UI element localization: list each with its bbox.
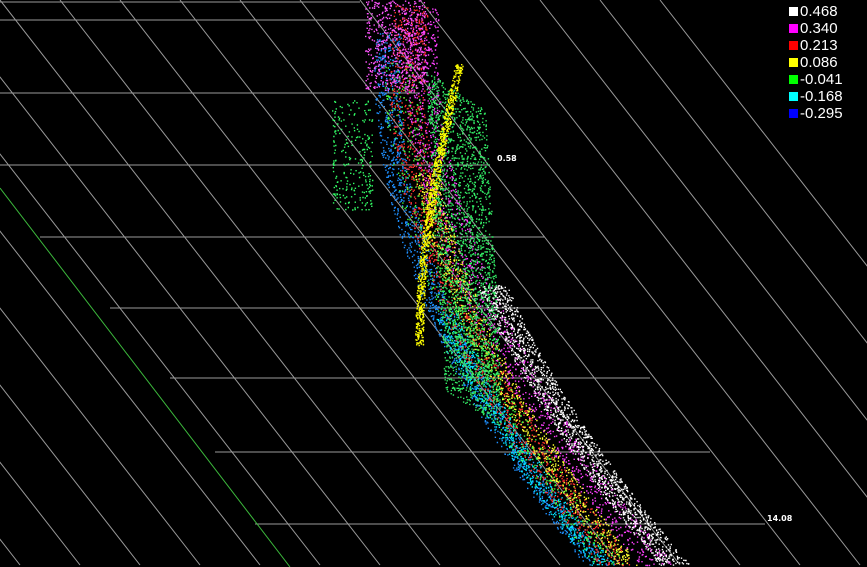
axis-tick-label: 14.08 <box>767 514 793 523</box>
legend-swatch <box>789 92 798 101</box>
legend-swatch <box>789 24 798 33</box>
legend-entry: -0.041 <box>789 71 861 88</box>
point-marks <box>365 0 427 92</box>
grid-line <box>359 0 801 566</box>
color-scale-legend: 0.468 0.340 0.213 0.086 -0.041 -0.168 -0.295 <box>789 3 861 122</box>
legend-entry: -0.295 <box>789 105 861 122</box>
point-marks <box>426 72 502 426</box>
grid-line <box>0 230 261 566</box>
legend-entry: 0.086 <box>789 54 861 71</box>
point-series <box>332 100 374 211</box>
legend-entry: 0.468 <box>789 3 861 20</box>
legend-label: -0.295 <box>800 105 843 122</box>
axis-tick-label: 0.58 <box>497 154 517 163</box>
point-series <box>389 5 631 567</box>
legend-label: 0.468 <box>800 3 838 20</box>
legend-entry: -0.168 <box>789 88 861 105</box>
legend-label: 0.086 <box>800 54 838 71</box>
point-cloud <box>332 0 690 567</box>
legend-swatch <box>789 58 798 67</box>
legend-entry: 0.213 <box>789 37 861 54</box>
legend-swatch <box>789 7 798 16</box>
point-series <box>365 0 427 92</box>
point-cloud-view[interactable]: 0.58 14.08 <box>0 0 867 567</box>
legend-label: -0.041 <box>800 71 843 88</box>
legend-swatch <box>789 41 798 50</box>
point-marks <box>332 100 374 211</box>
grid-line <box>0 76 381 566</box>
legend-label: 0.340 <box>800 20 838 37</box>
point-marks <box>389 5 631 567</box>
legend-label: 0.213 <box>800 37 838 54</box>
legend-swatch <box>789 75 798 84</box>
grid-line <box>119 0 561 566</box>
legend-swatch <box>789 109 798 118</box>
legend-entry: 0.340 <box>789 20 861 37</box>
point-series <box>426 72 502 426</box>
legend-label: -0.168 <box>800 88 843 105</box>
grid-line <box>0 384 141 566</box>
grid-line <box>0 0 441 566</box>
grid-line <box>0 538 21 566</box>
